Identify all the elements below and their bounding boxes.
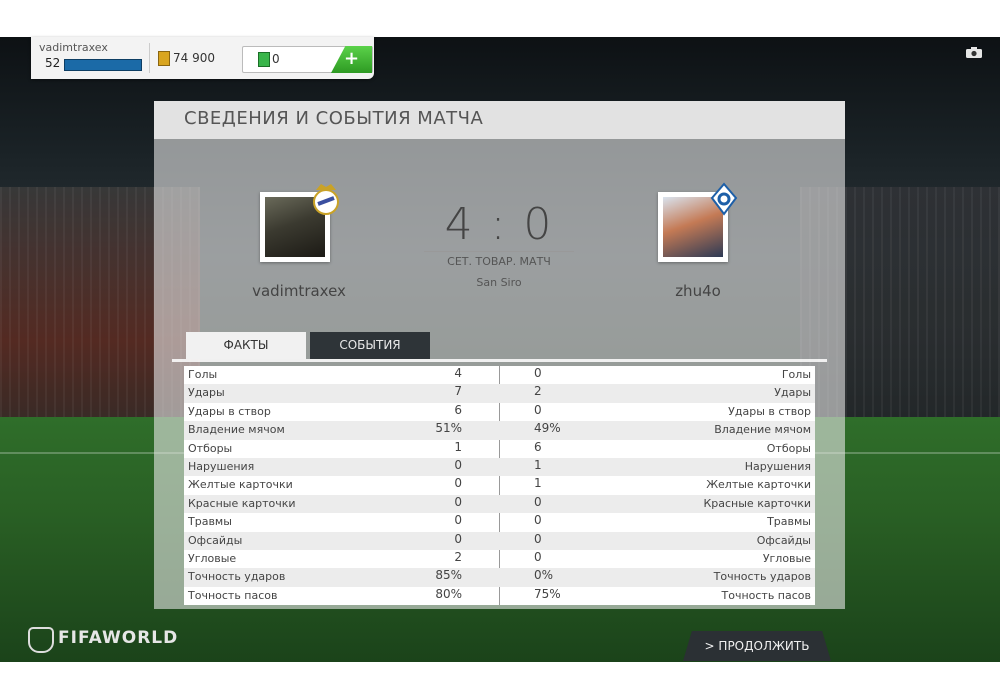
stat-value-home: 2 [454, 550, 462, 564]
username: vadimtraxex [39, 41, 108, 54]
stat-value-home: 0 [454, 476, 462, 491]
tab-facts[interactable]: ФАКТЫ [186, 332, 306, 359]
stats-row: Офсайды 0 0 Офсайды [184, 531, 815, 550]
camera-icon[interactable] [966, 47, 982, 58]
stat-label-home: Голы [188, 368, 218, 381]
stat-label-home: Желтые карточки [188, 478, 293, 492]
tab-events[interactable]: СОБЫТИЯ [310, 332, 430, 359]
stat-value-away: 0 [534, 402, 542, 417]
stat-label-away: Желтые карточки [706, 478, 811, 492]
home-avatar-card [260, 184, 339, 262]
points-box: 0 + [242, 46, 373, 73]
stats-row: Травмы 0 0 Травмы [184, 513, 815, 531]
stat-value-home: 0 [454, 513, 462, 528]
stat-value-home: 0 [454, 458, 462, 472]
panel-title: СВЕДЕНИЯ И СОБЫТИЯ МАТЧА [184, 108, 484, 129]
ea-shield-icon [28, 627, 54, 653]
match-type: СЕТ. ТОВАР. МАТЧ [447, 255, 551, 268]
stats-row: Владение мячом 51% 49% Владение мячом [184, 421, 815, 440]
stat-label-home: Удары в створ [188, 404, 271, 418]
stats-table: Голы 4 0 Голы Удары 7 2 Удары Удары в створ 6 0 Уда… [184, 366, 815, 605]
stat-label-home: Точность пасов [188, 588, 278, 602]
stat-value-away: 1 [534, 476, 542, 491]
stat-label-away: Офсайды [756, 533, 811, 547]
stats-row: Точность ударов 85% 0% Точность ударов [184, 568, 815, 587]
stat-label-home: Владение мячом [188, 423, 285, 437]
tabs-divider [172, 359, 827, 362]
stat-value-away: 75% [534, 586, 561, 601]
stat-label-home: Красные карточки [188, 496, 296, 510]
stats-row: Нарушения 0 1 Нарушения [184, 458, 815, 477]
stat-label-home: Угловые [188, 552, 237, 565]
stat-value-home: 85% [435, 568, 462, 583]
stat-label-home: Травмы [188, 515, 232, 529]
add-points-button[interactable]: + [331, 46, 372, 73]
user-level: 52 [45, 56, 61, 70]
match-facts-panel: СВЕДЕНИЯ И СОБЫТИЯ МАТЧА vadimtraxex zhu… [154, 101, 845, 609]
coins-icon [158, 51, 170, 66]
stat-value-home: 7 [454, 384, 462, 399]
logo-text: FIFAWORLD [58, 628, 179, 648]
stat-label-away: Травмы [767, 515, 811, 529]
xp-progress-bar [64, 59, 142, 71]
stat-value-away: 0 [534, 494, 542, 509]
stat-value-away: 0% [534, 568, 554, 583]
panel-header: СВЕДЕНИЯ И СОБЫТИЯ МАТЧА [154, 101, 845, 139]
away-player-name: zhu4o [675, 282, 721, 300]
stat-value-away: 0 [534, 531, 542, 546]
coins-balance: 74 900 [173, 51, 215, 65]
stat-value-away: 49% [534, 421, 561, 436]
stat-value-home: 1 [454, 439, 462, 454]
home-player-name: vadimtraxex [252, 282, 346, 300]
stat-label-away: Точность ударов [713, 570, 811, 584]
stat-label-away: Удары [774, 386, 811, 400]
stadium-name: San Siro [476, 276, 522, 289]
stat-value-home: 6 [454, 402, 462, 417]
stat-label-home: Точность ударов [188, 570, 286, 584]
stats-row: Желтые карточки 0 1 Желтые карточки [184, 476, 815, 494]
match-score: 4 : 0 [444, 199, 554, 250]
stats-row: Красные карточки 0 0 Красные карточки [184, 494, 815, 514]
divider [149, 43, 150, 73]
stat-label-away: Удары в створ [728, 404, 811, 418]
stat-label-home: Офсайды [188, 533, 243, 547]
stats-row: Угловые 2 0 Угловые [184, 550, 815, 568]
stat-label-away: Красные карточки [703, 496, 811, 510]
stat-value-home: 4 [454, 366, 462, 380]
continue-button[interactable]: > ПРОДОЛЖИТЬ [683, 631, 831, 661]
stat-label-home: Удары [188, 386, 225, 400]
stats-row: Точность пасов 80% 75% Точность пасов [184, 587, 815, 605]
stat-value-away: 2 [534, 384, 542, 399]
fifa-points-icon [258, 52, 270, 67]
stats-row: Удары 7 2 Удары [184, 384, 815, 403]
stat-value-home: 0 [454, 531, 462, 546]
stat-label-away: Владение мячом [714, 423, 811, 437]
dynamo-crest-icon [710, 182, 738, 216]
stat-value-home: 51% [435, 421, 462, 436]
stat-label-away: Точность пасов [721, 588, 812, 602]
stat-value-away: 1 [534, 458, 542, 472]
points-balance: 0 [272, 52, 280, 66]
stats-row: Удары в створ 6 0 Удары в створ [184, 403, 815, 421]
real-madrid-crest-icon [313, 184, 339, 215]
score-underline [424, 251, 574, 252]
away-avatar-card [658, 182, 738, 262]
stat-value-home: 0 [454, 494, 462, 509]
stat-label-home: Отборы [188, 441, 233, 455]
stats-row: Голы 4 0 Голы [184, 366, 815, 384]
stat-value-away: 0 [534, 550, 542, 564]
stat-label-away: Голы [781, 368, 811, 381]
stat-value-away: 6 [534, 439, 542, 454]
stat-value-away: 0 [534, 366, 542, 380]
stat-label-away: Отборы [766, 441, 811, 455]
stat-label-away: Нарушения [744, 460, 811, 473]
stats-row: Отборы 1 6 Отборы [184, 440, 815, 458]
stat-label-home: Нарушения [188, 460, 255, 473]
stat-label-away: Угловые [762, 552, 811, 565]
stat-value-away: 0 [534, 513, 542, 528]
account-bar: vadimtraxex 52 74 900 0 + [31, 37, 374, 79]
stat-value-home: 80% [435, 586, 462, 601]
